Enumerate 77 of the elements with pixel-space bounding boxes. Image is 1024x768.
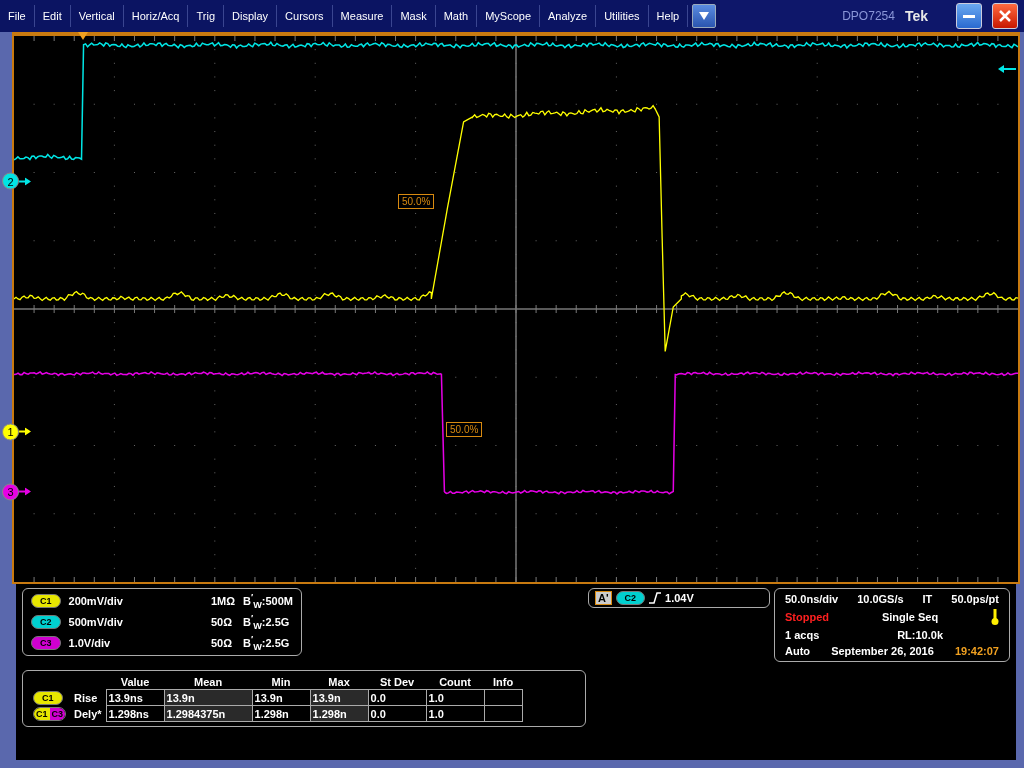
vertical-scale: 1.0V/div [68, 636, 112, 649]
column-header: Value [106, 675, 165, 690]
column-header: Mean [164, 675, 253, 690]
horizontal-scale: 50.0ns/div [785, 593, 839, 605]
menu-item[interactable]: File [0, 5, 35, 27]
reference-level-label: 50.0% [398, 194, 435, 209]
table-cell: 1.0 [426, 689, 485, 706]
acquisition-mode: IT [922, 593, 933, 605]
bandwidth-limit: B$^{′}$$_{W}$:2.5G [243, 612, 291, 631]
bandwidth-limit: B$^{′}$$_{W}$:500M [243, 592, 293, 610]
date: September 26, 2016 [831, 645, 934, 657]
channel-marker[interactable]: 1 [2, 423, 19, 441]
menu-item[interactable]: Cursors [277, 5, 333, 27]
column-header: Min [252, 675, 311, 690]
impedance: 1MΩ [210, 594, 235, 607]
menu-item[interactable]: Analyze [540, 5, 597, 27]
trigger-level-icon [998, 65, 1016, 73]
close-icon [999, 10, 1011, 22]
column-header: Max [310, 675, 369, 690]
measurement-name: Rise [74, 691, 98, 704]
time: 19:42:07 [954, 645, 999, 657]
table-cell: 13.9n [164, 689, 253, 706]
trigger-label: A' [595, 591, 612, 605]
caret-icon [699, 12, 710, 20]
table-cell: 13.9ns [106, 689, 165, 706]
menu-item[interactable]: Vertical [70, 5, 124, 27]
reference-level-label: 50.0% [446, 422, 483, 437]
table-cell [484, 689, 523, 706]
table-cell: 0.0 [368, 689, 427, 706]
dropdown-button[interactable] [692, 4, 717, 28]
channel-badge: C1 C3 [33, 706, 67, 721]
brand-name: Tek [904, 8, 928, 24]
impedance: 50Ω [210, 636, 233, 649]
menu-item[interactable]: Trig [188, 5, 224, 27]
menu-item[interactable]: Display [224, 5, 278, 27]
menu-item[interactable]: MyScope [477, 5, 540, 27]
menu-item[interactable]: Utilities [596, 5, 649, 27]
channel-badge[interactable]: C3 [31, 635, 61, 650]
bandwidth-limit: B$^{′}$$_{W}$:2.5G [243, 633, 291, 652]
close-button[interactable] [992, 3, 1018, 29]
channel-marker[interactable]: 2 [2, 172, 19, 190]
column-header: Count [426, 675, 485, 690]
menu-item[interactable]: Math [435, 5, 478, 27]
channel-badge: C1 [33, 690, 63, 705]
resolution: 50.0ps/pt [951, 593, 999, 605]
channel-badge[interactable]: C2 [31, 614, 61, 629]
minimize-icon [963, 14, 975, 18]
record-length: RL:10.0k [897, 629, 943, 641]
arrow-icon [19, 427, 31, 436]
channel-badge[interactable]: C2 [615, 591, 646, 605]
menu-item[interactable]: Help [648, 5, 689, 27]
thermometer-icon [991, 609, 999, 625]
measurement-name: Dely* [74, 707, 102, 720]
vertical-scale: 200mV/div [68, 594, 124, 607]
column-header: Info [484, 675, 523, 690]
run-status: Stopped [785, 611, 829, 623]
menu-item[interactable]: Measure [332, 5, 393, 27]
menu-item[interactable]: Horiz/Acq [123, 5, 189, 27]
arrow-icon [19, 177, 31, 186]
rising-edge-icon [649, 592, 662, 604]
column-header: St Dev [368, 675, 427, 690]
sequence-mode: Single Seq [881, 611, 939, 623]
channel-badge[interactable]: C1 [31, 593, 61, 608]
menu-item[interactable]: Edit [34, 5, 71, 27]
model-name: DPO7254 [842, 9, 895, 23]
minimize-button[interactable] [956, 3, 982, 29]
acquisition-count: 1 acqs [785, 629, 820, 641]
channel-marker[interactable]: 3 [2, 483, 19, 501]
menu-item[interactable]: Mask [392, 5, 436, 27]
vertical-scale: 500mV/div [68, 615, 124, 628]
impedance: 50Ω [210, 615, 233, 628]
trigger-mode: Auto [785, 645, 811, 657]
trigger-level: 1.04V [665, 592, 694, 604]
sample-rate: 10.0GS/s [857, 593, 904, 605]
table-cell: 13.9n [310, 689, 369, 706]
arrow-icon [19, 487, 31, 496]
table-cell: 13.9n [252, 689, 311, 706]
